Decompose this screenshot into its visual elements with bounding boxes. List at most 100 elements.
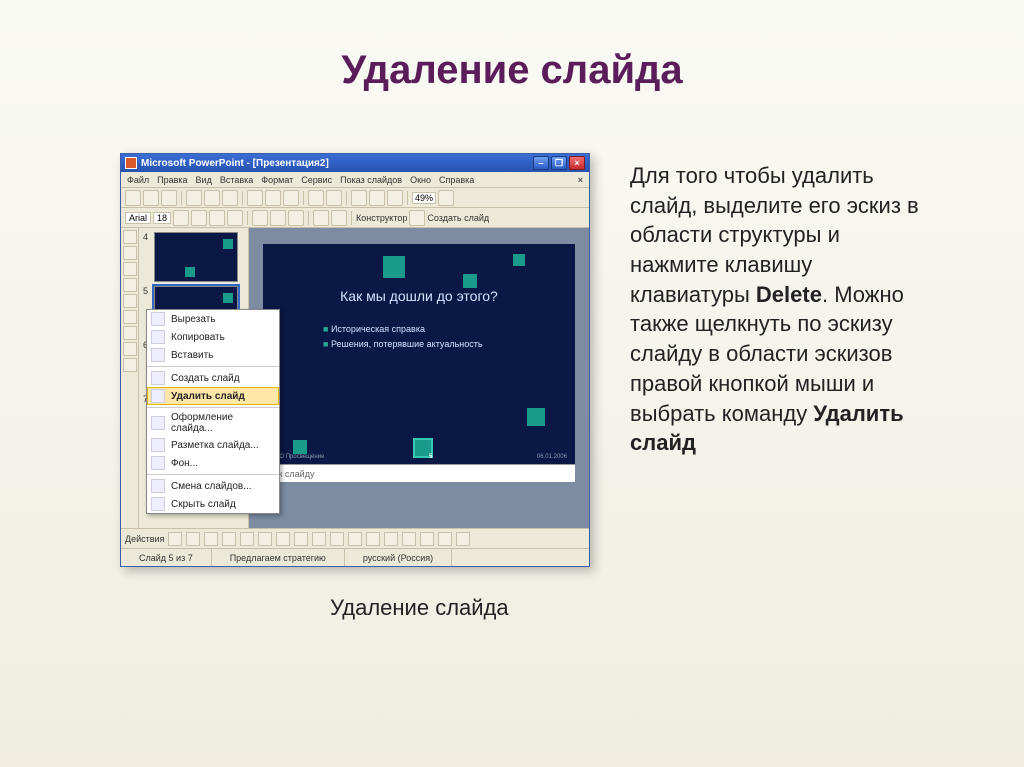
ltool-1-icon[interactable]	[123, 230, 137, 244]
ctx-transition[interactable]: Смена слайдов...	[147, 477, 279, 495]
pp-statusbar: Слайд 5 из 7 Предлагаем стратегию русски…	[121, 548, 589, 566]
minimize-button[interactable]: –	[533, 156, 549, 170]
ctx-copy[interactable]: Копировать	[147, 328, 279, 346]
status-lang: русский (Россия)	[345, 549, 452, 566]
actions-label[interactable]: Действия	[125, 534, 164, 544]
tool-help-icon[interactable]	[438, 190, 454, 206]
ltool-8-icon[interactable]	[123, 342, 137, 356]
ctx-paste[interactable]: Вставить	[147, 346, 279, 364]
thumb-4[interactable]: 4	[143, 232, 244, 282]
draw-textbox-icon[interactable]	[276, 532, 290, 546]
ctx-new-slide[interactable]: Создать слайд	[147, 369, 279, 387]
draw-autoshape-icon[interactable]	[186, 532, 200, 546]
draw-fill-icon[interactable]	[330, 532, 344, 546]
tool-align-right-icon[interactable]	[288, 210, 304, 226]
ctx-design[interactable]: Оформление слайда...	[147, 410, 279, 436]
tool-numbering-icon[interactable]	[331, 210, 347, 226]
main-slide[interactable]: Как мы дошли до этого? Историческая спра…	[263, 244, 575, 464]
slide-title-text: Как мы дошли до этого?	[263, 244, 575, 304]
menu-help[interactable]: Справка	[439, 175, 474, 185]
ltool-6-icon[interactable]	[123, 310, 137, 324]
powerpoint-screenshot: Microsoft PowerPoint - [Презентация2] – …	[120, 153, 590, 567]
ctx-cut[interactable]: Вырезать	[147, 310, 279, 328]
newslide-label[interactable]: Создать слайд	[427, 213, 489, 223]
zoom-box[interactable]: 49%	[412, 192, 436, 204]
draw-rect-icon[interactable]	[240, 532, 254, 546]
font-name-box[interactable]: Arial	[125, 212, 151, 224]
menu-tools[interactable]: Сервис	[301, 175, 332, 185]
ctx-delete-slide[interactable]: Удалить слайд	[147, 387, 279, 405]
pp-drawbar: Действия	[121, 528, 589, 548]
tool-newslide-icon[interactable]	[409, 210, 425, 226]
draw-linecolor-icon[interactable]	[348, 532, 362, 546]
tool-bold-icon[interactable]	[173, 210, 189, 226]
draw-fontcolor-icon[interactable]	[366, 532, 380, 546]
tool-redo-icon[interactable]	[326, 190, 342, 206]
deco-square-icon	[513, 254, 525, 266]
font-size-box[interactable]: 18	[153, 212, 171, 224]
caption: Удаление слайда	[330, 595, 590, 621]
tool-open-icon[interactable]	[143, 190, 159, 206]
pp-toolbar-1: 49%	[121, 188, 589, 208]
close-button[interactable]: ×	[569, 156, 585, 170]
draw-arrow-icon[interactable]	[222, 532, 236, 546]
draw-select-icon[interactable]	[168, 532, 182, 546]
draw-line-icon[interactable]	[204, 532, 218, 546]
deco-square-icon	[383, 256, 405, 278]
ltool-9-icon[interactable]	[123, 358, 137, 372]
tool-shadow-icon[interactable]	[227, 210, 243, 226]
tool-bullets-icon[interactable]	[313, 210, 329, 226]
ltool-4-icon[interactable]	[123, 278, 137, 292]
draw-oval-icon[interactable]	[258, 532, 272, 546]
doc-close-icon[interactable]: ×	[578, 175, 583, 185]
tool-save-icon[interactable]	[161, 190, 177, 206]
tool-italic-icon[interactable]	[191, 210, 207, 226]
menu-file[interactable]: Файл	[127, 175, 149, 185]
tool-link-icon[interactable]	[387, 190, 403, 206]
design-label[interactable]: Конструктор	[356, 213, 407, 223]
ltool-7-icon[interactable]	[123, 326, 137, 340]
menu-format[interactable]: Формат	[261, 175, 293, 185]
tool-undo-icon[interactable]	[308, 190, 324, 206]
ctx-background[interactable]: Фон...	[147, 454, 279, 472]
tool-print-icon[interactable]	[186, 190, 202, 206]
thumb-num: 5	[143, 286, 151, 296]
layout-icon	[151, 438, 165, 452]
menu-slideshow[interactable]: Показ слайдов	[340, 175, 402, 185]
tool-preview-icon[interactable]	[204, 190, 220, 206]
draw-3d-icon[interactable]	[456, 532, 470, 546]
tool-underline-icon[interactable]	[209, 210, 225, 226]
bullet-2: Решения, потерявшие актуальность	[323, 337, 575, 352]
draw-shadow-icon[interactable]	[438, 532, 452, 546]
menu-view[interactable]: Вид	[196, 175, 212, 185]
tool-paste-icon[interactable]	[283, 190, 299, 206]
tool-new-icon[interactable]	[125, 190, 141, 206]
tool-table-icon[interactable]	[369, 190, 385, 206]
ltool-3-icon[interactable]	[123, 262, 137, 276]
draw-arrowstyle-icon[interactable]	[420, 532, 434, 546]
notes-pane[interactable]: ки к слайду	[263, 464, 575, 482]
draw-wordart-icon[interactable]	[294, 532, 308, 546]
ctx-layout[interactable]: Разметка слайда...	[147, 436, 279, 454]
tool-abc-icon[interactable]	[222, 190, 238, 206]
context-menu: Вырезать Копировать Вставить Создать сла…	[146, 309, 280, 514]
menu-edit[interactable]: Правка	[157, 175, 187, 185]
footer-right: 06.01.2006	[537, 454, 567, 460]
tool-chart-icon[interactable]	[351, 190, 367, 206]
tool-copy-icon[interactable]	[265, 190, 281, 206]
draw-lineweight-icon[interactable]	[384, 532, 398, 546]
tool-align-center-icon[interactable]	[270, 210, 286, 226]
draw-clipart-icon[interactable]	[312, 532, 326, 546]
tool-cut-icon[interactable]	[247, 190, 263, 206]
desc-bold1: Delete	[756, 282, 822, 307]
ltool-5-icon[interactable]	[123, 294, 137, 308]
pp-app-icon	[125, 157, 137, 169]
ctx-hide-slide[interactable]: Скрыть слайд	[147, 495, 279, 513]
tool-align-left-icon[interactable]	[252, 210, 268, 226]
menu-window[interactable]: Окно	[410, 175, 431, 185]
maximize-button[interactable]: ❐	[551, 156, 567, 170]
status-layout: Предлагаем стратегию	[212, 549, 345, 566]
menu-insert[interactable]: Вставка	[220, 175, 253, 185]
draw-dash-icon[interactable]	[402, 532, 416, 546]
ltool-2-icon[interactable]	[123, 246, 137, 260]
